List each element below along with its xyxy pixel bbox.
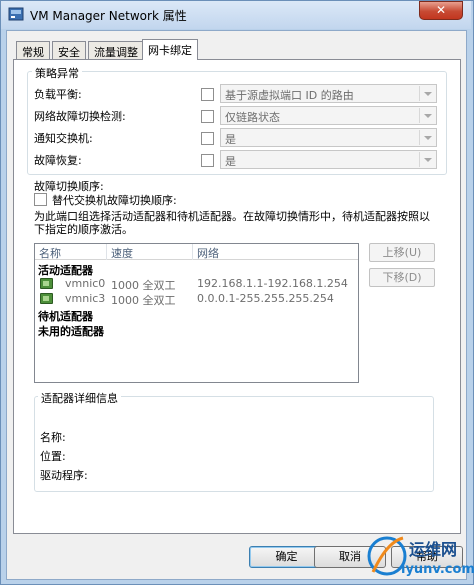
network-adapter-icon bbox=[40, 278, 53, 289]
notify-switches-override-checkbox[interactable] bbox=[201, 132, 214, 145]
adapter-details-group bbox=[34, 396, 434, 492]
column-header-speed[interactable]: 速度 bbox=[107, 244, 193, 260]
tab-general[interactable]: 常规 bbox=[16, 41, 50, 59]
chevron-down-icon bbox=[419, 152, 435, 167]
failure-detection-select[interactable]: 仅链路状态 bbox=[220, 106, 437, 125]
override-failover-order-label: 替代交换机故障切换顺序: bbox=[52, 194, 177, 207]
notify-switches-value: 是 bbox=[225, 133, 236, 146]
group-unused-adapters[interactable]: 未用的适配器 bbox=[38, 323, 104, 339]
adapter-name-label: 名称: bbox=[40, 431, 66, 444]
close-button[interactable]: ✕ bbox=[419, 1, 463, 20]
watermark: 运维网 iyunv.com bbox=[365, 530, 474, 585]
window-title: VM Manager Network 属性 bbox=[30, 9, 187, 23]
failback-override-checkbox[interactable] bbox=[201, 154, 214, 167]
failback-value: 是 bbox=[225, 155, 236, 168]
adapter-driver-label: 驱动程序: bbox=[40, 469, 88, 482]
table-row[interactable]: vmnic3 1000 全双工 0.0.0.1-255.255.255.254 bbox=[35, 291, 358, 307]
policy-exceptions-title: 策略异常 bbox=[32, 65, 82, 81]
watermark-text-line2: iyunv.com bbox=[401, 562, 474, 577]
network-app-icon bbox=[8, 7, 24, 21]
group-standby-adapters[interactable]: 待机适配器 bbox=[38, 308, 93, 324]
adapter-name: vmnic0 bbox=[65, 277, 106, 290]
failure-detection-value: 仅链路状态 bbox=[225, 111, 280, 124]
tab-nic-teaming[interactable]: 网卡绑定 bbox=[142, 39, 198, 60]
failover-description-line2: 下指定的顺序激活。 bbox=[34, 223, 133, 236]
adapter-network: 192.168.1.1-192.168.1.254 bbox=[197, 277, 348, 290]
chevron-down-icon bbox=[419, 86, 435, 101]
adapter-location-label: 位置: bbox=[40, 450, 66, 463]
failure-detection-override-checkbox[interactable] bbox=[201, 110, 214, 123]
adapter-speed: 1000 全双工 bbox=[111, 294, 176, 307]
column-header-name[interactable]: 名称 bbox=[35, 244, 107, 260]
chevron-down-icon bbox=[419, 108, 435, 123]
override-failover-order-checkbox[interactable] bbox=[34, 193, 47, 206]
failback-label: 故障恢复: bbox=[34, 154, 82, 167]
table-row[interactable]: vmnic0 1000 全双工 192.168.1.1-192.168.1.25… bbox=[35, 276, 358, 292]
tab-security[interactable]: 安全 bbox=[52, 41, 86, 59]
load-balancing-override-checkbox[interactable] bbox=[201, 88, 214, 101]
adapter-order-list[interactable]: 名称 速度 网络 活动适配器 vmnic0 1000 全双工 192.168.1… bbox=[34, 243, 359, 383]
network-adapter-icon bbox=[40, 293, 53, 304]
column-header-network[interactable]: 网络 bbox=[193, 244, 358, 260]
tab-traffic-shaping[interactable]: 流量调整 bbox=[88, 41, 144, 59]
notify-switches-label: 通知交换机: bbox=[34, 132, 93, 145]
move-up-button[interactable]: 上移(U) bbox=[369, 243, 435, 262]
notify-switches-select[interactable]: 是 bbox=[220, 128, 437, 147]
failure-detection-label: 网络故障切换检测: bbox=[34, 110, 126, 123]
failback-select[interactable]: 是 bbox=[220, 150, 437, 169]
adapter-details-title: 适配器详细信息 bbox=[38, 390, 121, 406]
chevron-down-icon bbox=[419, 130, 435, 145]
move-down-button[interactable]: 下移(D) bbox=[369, 268, 435, 287]
adapter-network: 0.0.0.1-255.255.255.254 bbox=[197, 292, 334, 305]
load-balancing-value: 基于源虚拟端口 ID 的路由 bbox=[225, 89, 354, 102]
load-balancing-select[interactable]: 基于源虚拟端口 ID 的路由 bbox=[220, 84, 437, 103]
watermark-text-line1: 运维网 bbox=[409, 540, 458, 559]
ok-button[interactable]: 确定 bbox=[249, 546, 324, 568]
list-header: 名称 速度 网络 bbox=[35, 244, 358, 260]
load-balancing-label: 负载平衡: bbox=[34, 88, 82, 101]
adapter-name: vmnic3 bbox=[65, 292, 106, 305]
